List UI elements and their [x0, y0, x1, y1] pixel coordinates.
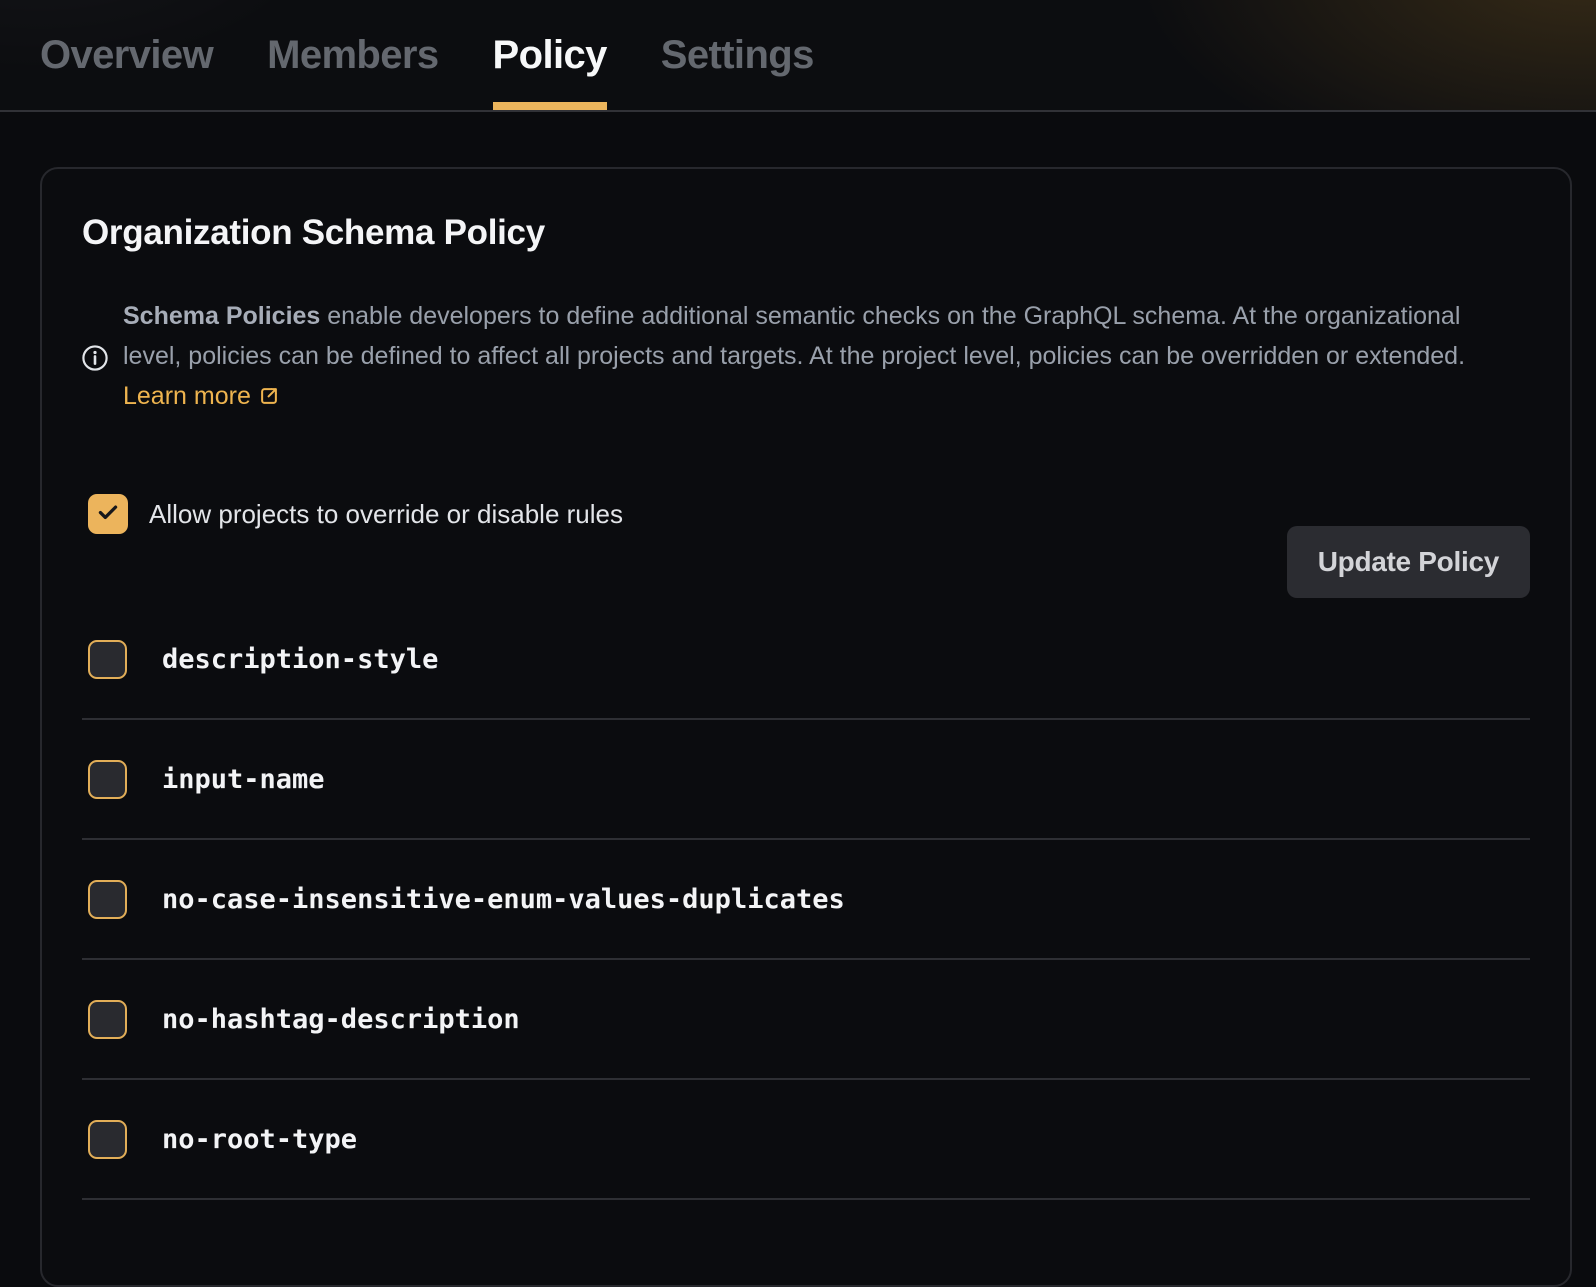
schema-policy-card: Organization Schema Policy Schema Polici…	[40, 167, 1572, 1287]
rule-label: description-style	[162, 644, 438, 675]
tab-label: Members	[267, 33, 438, 78]
tab-label: Policy	[493, 33, 607, 78]
rule-label: input-name	[162, 764, 325, 795]
allow-override-checkbox[interactable]	[88, 494, 128, 534]
tab-policy[interactable]: Policy	[493, 0, 607, 110]
rule-checkbox-no-root-type[interactable]	[88, 1120, 127, 1159]
rules-list: description-style input-name no-case-ins…	[82, 600, 1530, 1200]
rule-row-no-hashtag-description: no-hashtag-description	[82, 960, 1530, 1080]
page-title: Organization Schema Policy	[82, 213, 1530, 253]
rule-label: no-root-type	[162, 1124, 357, 1155]
tab-label: Settings	[661, 33, 814, 78]
learn-more-link[interactable]: Learn more	[123, 382, 251, 410]
rule-checkbox-description-style[interactable]	[88, 640, 127, 679]
tab-overview[interactable]: Overview	[40, 0, 213, 110]
policy-info-callout: Schema Policies enable developers to def…	[82, 271, 1530, 444]
rule-row-no-root-type: no-root-type	[82, 1080, 1530, 1200]
tab-settings[interactable]: Settings	[661, 0, 814, 110]
actions-row: Update Policy	[82, 526, 1530, 598]
update-policy-button[interactable]: Update Policy	[1287, 526, 1530, 598]
external-link-icon[interactable]	[258, 379, 280, 419]
policy-description: Schema Policies enable developers to def…	[123, 296, 1498, 419]
policy-description-body: enable developers to define additional s…	[123, 302, 1465, 370]
info-icon	[82, 345, 108, 371]
policy-description-lead: Schema Policies	[123, 302, 320, 330]
rule-row-no-case-insensitive-enum-values-duplicates: no-case-insensitive-enum-values-duplicat…	[82, 840, 1530, 960]
tab-bar: Overview Members Policy Settings	[0, 0, 1596, 112]
rule-checkbox-input-name[interactable]	[88, 760, 127, 799]
tab-label: Overview	[40, 33, 213, 78]
rule-row-input-name: input-name	[82, 720, 1530, 840]
rule-row-description-style: description-style	[82, 600, 1530, 720]
allow-override-label: Allow projects to override or disable ru…	[149, 499, 623, 530]
rule-checkbox-no-hashtag-description[interactable]	[88, 1000, 127, 1039]
tab-members[interactable]: Members	[267, 0, 438, 110]
check-icon	[95, 499, 121, 530]
rule-label: no-case-insensitive-enum-values-duplicat…	[162, 884, 845, 915]
rule-checkbox-no-case-insensitive-enum-values-duplicates[interactable]	[88, 880, 127, 919]
rule-label: no-hashtag-description	[162, 1004, 520, 1035]
